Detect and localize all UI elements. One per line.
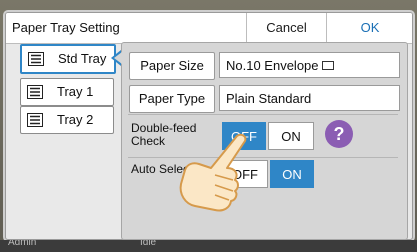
tray-lines-icon [28,52,44,71]
envelope-icon [321,61,334,71]
tray-item-std-tray[interactable]: Std Tray [20,44,116,74]
pointing-hand-icon [175,130,255,220]
help-button[interactable]: ? [325,120,353,148]
tray-label: Std Tray [58,51,107,66]
status-bar: Admin Idle [0,240,417,252]
selection-pointer-inner [114,52,122,64]
auto-selection-on-button[interactable]: ON [270,160,314,188]
divider [128,157,398,158]
divider [128,114,398,115]
cancel-button[interactable]: Cancel [246,13,326,43]
tray-label: Tray 1 [57,84,94,99]
tray-lines-icon [27,85,43,104]
tray-lines-icon [27,113,43,132]
ok-button[interactable]: OK [326,13,412,43]
paper-size-button[interactable]: Paper Size [129,52,215,80]
double-feed-on-button[interactable]: ON [268,122,314,150]
status-state: Idle [140,240,157,248]
dialog-title: Paper Tray Setting [12,20,120,35]
paper-type-value: Plain Standard [219,85,400,111]
dialog-titlebar: Paper Tray Setting Cancel OK [6,13,412,44]
paper-size-value: No.10 Envelope [219,52,400,78]
device-screen: Paper Tray Setting Cancel OK Std Tray Tr… [0,0,417,252]
tray-item-tray-2[interactable]: Tray 2 [20,106,114,134]
paper-size-text: No.10 Envelope [226,58,319,73]
tray-label: Tray 2 [57,112,94,127]
tray-item-tray-1[interactable]: Tray 1 [20,78,114,106]
status-user: Admin [8,240,37,248]
paper-type-button[interactable]: Paper Type [129,85,215,113]
